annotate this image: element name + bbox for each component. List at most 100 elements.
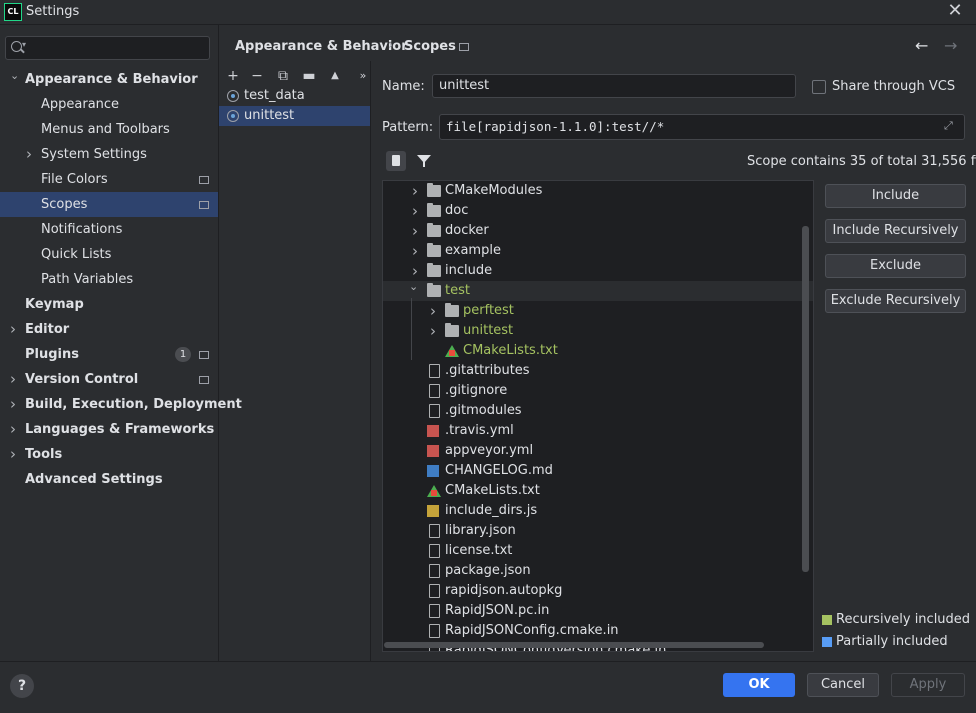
sidebar-item-languages-frameworks[interactable]: › Languages & Frameworks (0, 417, 218, 442)
chevron-right-icon[interactable]: › (412, 221, 418, 241)
tree-row[interactable]: appveyor.yml (383, 441, 813, 461)
chevron-right-icon[interactable]: › (412, 181, 418, 201)
sidebar-item-label: Plugins (25, 347, 79, 362)
tree-row[interactable]: CMakeLists.txt (383, 481, 813, 501)
tree-horizontal-scrollbar[interactable] (384, 642, 764, 648)
sidebar-item-editor[interactable]: › Editor (0, 317, 218, 342)
sidebar-item-appearance[interactable]: Appearance (0, 92, 218, 117)
sidebar-item-menus-and-toolbars[interactable]: Menus and Toolbars (0, 117, 218, 142)
tree-row[interactable]: › include (383, 261, 813, 281)
sidebar-item-file-colors[interactable]: File Colors (0, 167, 218, 192)
folder-icon (445, 303, 459, 317)
tree-row[interactable]: RapidJSON.pc.in (383, 601, 813, 621)
settings-search-input[interactable]: ▾ (5, 36, 210, 60)
share-vcs-checkbox[interactable] (812, 80, 826, 94)
add-scope-icon[interactable]: + (223, 66, 243, 86)
chevron-right-icon[interactable]: › (26, 142, 32, 167)
file-icon (429, 624, 440, 638)
save-scope-icon[interactable]: ▬ (299, 66, 319, 86)
expand-icon[interactable]: ⤢ (944, 119, 953, 133)
more-actions-icon[interactable]: » (353, 66, 373, 86)
file-icon (392, 155, 400, 166)
sidebar-item-appearance-behavior[interactable]: ⌄ Appearance & Behavior (0, 67, 218, 92)
sidebar-item-advanced-settings[interactable]: Advanced Settings (0, 467, 218, 492)
chevron-right-icon[interactable]: › (10, 392, 16, 417)
sidebar-item-label: Scopes (41, 197, 88, 212)
tree-row[interactable]: package.json (383, 561, 813, 581)
sidebar-item-notifications[interactable]: Notifications (0, 217, 218, 242)
cancel-button[interactable]: Cancel (807, 673, 879, 697)
project-file-tree[interactable]: › CMakeModules › doc › docker › example › include… (382, 180, 814, 652)
folder-icon (427, 263, 441, 277)
tree-vertical-scrollbar[interactable] (802, 226, 809, 572)
scope-item-unittest[interactable]: unittest (219, 106, 370, 126)
tree-row[interactable]: CHANGELOG.md (383, 461, 813, 481)
sidebar-item-label: Version Control (25, 372, 139, 387)
tree-row[interactable]: › example (383, 241, 813, 261)
help-icon[interactable]: ? (10, 674, 34, 698)
scope-item-test-data[interactable]: test_data (219, 86, 370, 106)
remove-scope-icon[interactable]: − (247, 66, 267, 86)
search-options-chevron-icon[interactable]: ▾ (22, 40, 26, 49)
forward-arrow-icon[interactable]: → (944, 36, 957, 55)
tree-row[interactable]: include_dirs.js (383, 501, 813, 521)
include-button[interactable]: Include (825, 184, 966, 208)
tree-row[interactable]: rapidjson.autopkg (383, 581, 813, 601)
sidebar-item-scopes[interactable]: Scopes (0, 192, 218, 217)
ok-button[interactable]: OK (723, 673, 795, 697)
exclude-recursively-button[interactable]: Exclude Recursively (825, 289, 966, 313)
include-recursively-button[interactable]: Include Recursively (825, 219, 966, 243)
chevron-right-icon[interactable]: › (10, 367, 16, 392)
move-up-icon[interactable]: ▲ (325, 66, 345, 86)
tree-row[interactable]: › CMakeModules (383, 181, 813, 201)
file-icon (429, 384, 440, 398)
sidebar-item-path-variables[interactable]: Path Variables (0, 267, 218, 292)
tree-row[interactable]: .gitignore (383, 381, 813, 401)
name-field[interactable]: unittest (432, 74, 796, 98)
chevron-right-icon[interactable]: › (412, 201, 418, 221)
apply-button[interactable]: Apply (891, 673, 965, 697)
sidebar-item-plugins[interactable]: Plugins 1 (0, 342, 218, 367)
chevron-right-icon[interactable]: › (10, 317, 16, 342)
tree-row[interactable]: .travis.yml (383, 421, 813, 441)
exclude-button[interactable]: Exclude (825, 254, 966, 278)
tree-row[interactable]: CMakeLists.txt (383, 341, 813, 361)
yaml-file-icon (427, 425, 439, 437)
sidebar-item-tools[interactable]: › Tools (0, 442, 218, 467)
sidebar-item-system-settings[interactable]: › System Settings (0, 142, 218, 167)
cmake-file-icon (445, 345, 459, 357)
chevron-right-icon[interactable]: › (430, 301, 436, 321)
filter-button[interactable] (414, 151, 434, 171)
sidebar-item-version-control[interactable]: › Version Control (0, 367, 218, 392)
tree-row[interactable]: › doc (383, 201, 813, 221)
chevron-right-icon[interactable]: › (412, 241, 418, 261)
file-icon (429, 604, 440, 618)
tree-row[interactable]: library.json (383, 521, 813, 541)
sidebar-item-quick-lists[interactable]: Quick Lists (0, 242, 218, 267)
breadcrumb-parent[interactable]: Appearance & Behavior (235, 39, 408, 54)
copy-scope-icon[interactable]: ⧉ (273, 66, 293, 86)
show-files-toggle[interactable] (386, 151, 406, 171)
chevron-right-icon[interactable]: › (430, 321, 436, 341)
close-window-icon[interactable]: ✕ (945, 1, 965, 21)
folder-icon (427, 183, 441, 197)
chevron-right-icon[interactable]: › (10, 417, 16, 442)
scopes-list-pane: + − ⧉ ▬ ▲ » test_data unittest (219, 61, 371, 661)
tree-row[interactable]: .gitattributes (383, 361, 813, 381)
tree-row[interactable]: › docker (383, 221, 813, 241)
chevron-down-icon[interactable]: ⌄ (10, 63, 19, 88)
sidebar-item-build-execution-deployment[interactable]: › Build, Execution, Deployment (0, 392, 242, 417)
pattern-field[interactable]: file[rapidjson-1.1.0]:test//* ⤢ (439, 114, 965, 140)
sidebar-item-label: Appearance & Behavior (25, 72, 198, 87)
tree-row[interactable]: .gitmodules (383, 401, 813, 421)
tree-row[interactable]: license.txt (383, 541, 813, 561)
tree-item-label: CMakeLists.txt (463, 343, 558, 358)
tree-row[interactable]: ⌄ test (383, 280, 813, 301)
tree-row[interactable]: RapidJSONConfig.cmake.in (383, 621, 813, 641)
back-arrow-icon[interactable]: ← (915, 36, 928, 55)
chevron-down-icon[interactable]: ⌄ (409, 277, 418, 297)
chevron-right-icon[interactable]: › (10, 442, 16, 467)
tree-row[interactable]: › perftest (383, 301, 813, 321)
sidebar-item-keymap[interactable]: Keymap (0, 292, 218, 317)
tree-row[interactable]: › unittest (383, 321, 813, 341)
